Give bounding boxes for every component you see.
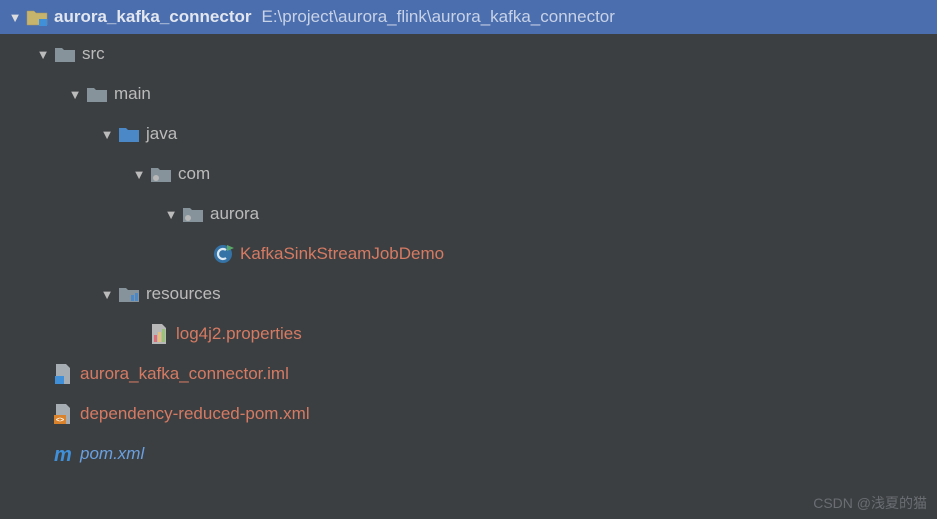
- node-label: KafkaSinkStreamJobDemo: [240, 244, 444, 264]
- properties-file-icon: [148, 323, 170, 345]
- node-label: log4j2.properties: [176, 324, 302, 344]
- chevron-down-icon: ▼: [6, 10, 24, 25]
- tree-row-main[interactable]: ▼ main: [0, 74, 937, 114]
- tree-row-pom[interactable]: m pom.xml: [0, 434, 937, 474]
- node-label: aurora_kafka_connector.iml: [80, 364, 289, 384]
- node-label: dependency-reduced-pom.xml: [80, 404, 310, 424]
- chevron-down-icon: ▼: [98, 287, 116, 302]
- chevron-down-icon: ▼: [66, 87, 84, 102]
- node-label: src: [82, 44, 105, 64]
- xml-file-icon: <>: [52, 403, 74, 425]
- tree-row-com[interactable]: ▼ com: [0, 154, 937, 194]
- folder-icon: [86, 83, 108, 105]
- tree-row-iml[interactable]: aurora_kafka_connector.iml: [0, 354, 937, 394]
- node-label: com: [178, 164, 210, 184]
- svg-text:m: m: [54, 444, 72, 465]
- tree-row-log4j2[interactable]: log4j2.properties: [0, 314, 937, 354]
- chevron-down-icon: ▼: [162, 207, 180, 222]
- svg-text:<>: <>: [56, 417, 64, 424]
- chevron-down-icon: ▼: [34, 47, 52, 62]
- chevron-down-icon: ▼: [98, 127, 116, 142]
- node-label: java: [146, 124, 177, 144]
- module-folder-icon: [26, 6, 48, 28]
- tree-row-aurora[interactable]: ▼ aurora: [0, 194, 937, 234]
- package-icon: [150, 163, 172, 185]
- tree-row-src[interactable]: ▼ src: [0, 34, 937, 74]
- tree-row-java[interactable]: ▼ java: [0, 114, 937, 154]
- node-label: pom.xml: [80, 444, 144, 464]
- tree-row-resources[interactable]: ▼ resources: [0, 274, 937, 314]
- class-runnable-icon: [212, 243, 234, 265]
- node-label: aurora: [210, 204, 259, 224]
- tree-row-dep-pom[interactable]: <> dependency-reduced-pom.xml: [0, 394, 937, 434]
- resources-folder-icon: [118, 283, 140, 305]
- chevron-down-icon: ▼: [130, 167, 148, 182]
- node-label: resources: [146, 284, 221, 304]
- folder-icon: [54, 43, 76, 65]
- package-icon: [182, 203, 204, 225]
- tree-row-project-root[interactable]: ▼ aurora_kafka_connector E:\project\auro…: [0, 0, 937, 34]
- watermark-text: CSDN @浅夏的猫: [813, 493, 927, 513]
- node-label: main: [114, 84, 151, 104]
- iml-file-icon: [52, 363, 74, 385]
- maven-pom-icon: m: [52, 443, 74, 465]
- tree-row-class-demo[interactable]: KafkaSinkStreamJobDemo: [0, 234, 937, 274]
- project-root-label: aurora_kafka_connector E:\project\aurora…: [54, 7, 615, 27]
- source-folder-icon: [118, 123, 140, 145]
